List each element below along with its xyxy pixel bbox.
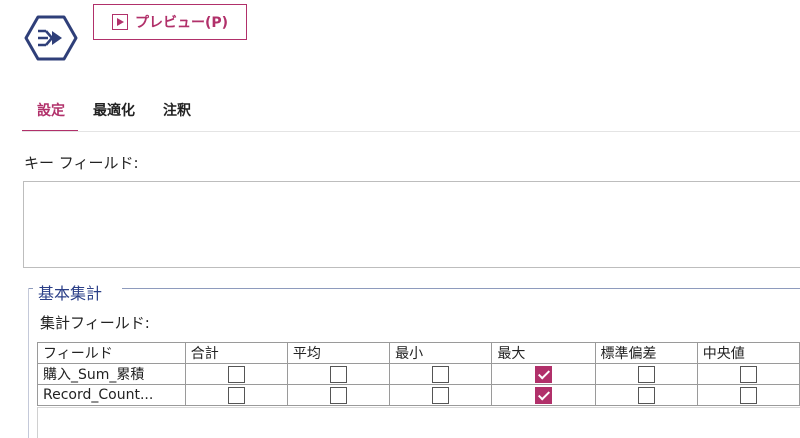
checkbox[interactable] xyxy=(432,386,450,404)
tab-bar: 設定 最適化 注釈 xyxy=(22,92,204,132)
checkbox[interactable] xyxy=(432,365,450,383)
checkbox[interactable] xyxy=(637,386,655,404)
column-header-min[interactable]: 最小 xyxy=(389,342,493,364)
preview-button[interactable]: プレビュー(P) xyxy=(93,4,247,40)
checkbox-cell xyxy=(389,363,493,385)
checkbox-cell xyxy=(184,384,288,406)
basic-aggregation-title: 基本集計 xyxy=(36,280,105,304)
checkbox[interactable] xyxy=(637,365,655,383)
checkbox-cell xyxy=(491,384,596,406)
column-header-field[interactable]: フィールド xyxy=(37,342,186,364)
tab-optimize[interactable]: 最適化 xyxy=(78,92,148,132)
checkbox[interactable] xyxy=(227,386,245,404)
checkbox[interactable] xyxy=(330,365,348,383)
play-icon xyxy=(111,14,128,30)
checkbox-cell xyxy=(491,363,596,385)
checkbox-cell xyxy=(184,363,288,385)
column-header-median[interactable]: 中央値 xyxy=(696,342,800,364)
column-header-sum[interactable]: 合計 xyxy=(184,342,288,364)
group-border-top xyxy=(122,288,800,289)
checkbox[interactable] xyxy=(739,386,757,404)
checkbox-cell xyxy=(389,384,493,406)
checkbox[interactable] xyxy=(330,386,348,404)
table-bottom-border xyxy=(37,407,800,408)
table-row[interactable]: Record_Count... xyxy=(37,384,800,406)
checkbox-cell xyxy=(286,384,391,406)
checkbox-cell xyxy=(696,384,800,406)
checkbox[interactable] xyxy=(739,365,757,383)
checkbox-checked[interactable] xyxy=(534,365,552,383)
table-header-row: フィールド 合計 平均 最小 最大 標準偏差 中央値 xyxy=(37,342,800,364)
table-left-border xyxy=(37,407,38,438)
checkbox[interactable] xyxy=(227,365,245,383)
preview-button-label: プレビュー(P) xyxy=(134,15,229,31)
checkbox-cell xyxy=(594,384,698,406)
field-name-cell: Record_Count... xyxy=(37,384,186,406)
checkbox-checked[interactable] xyxy=(534,386,552,404)
tab-divider xyxy=(22,131,800,132)
aggregation-fields-label: 集計フィールド: xyxy=(40,314,150,332)
key-fields-input[interactable] xyxy=(23,181,800,268)
tab-annotation[interactable]: 注釈 xyxy=(148,92,204,132)
table-row[interactable]: 購入_Sum_累積 xyxy=(37,363,800,385)
checkbox-cell xyxy=(286,363,391,385)
column-header-stddev[interactable]: 標準偏差 xyxy=(594,342,698,364)
summarize-node-icon xyxy=(24,14,78,62)
field-name-cell: 購入_Sum_累積 xyxy=(37,363,186,385)
column-header-average[interactable]: 平均 xyxy=(286,342,391,364)
key-fields-label: キー フィールド: xyxy=(24,154,139,172)
checkbox-cell xyxy=(696,363,800,385)
group-border-left xyxy=(28,288,29,438)
aggregation-table: フィールド 合計 平均 最小 最大 標準偏差 中央値 購入_Sum_累積 Reco… xyxy=(37,342,800,406)
tab-settings[interactable]: 設定 xyxy=(22,92,78,132)
checkbox-cell xyxy=(594,363,698,385)
column-header-max[interactable]: 最大 xyxy=(491,342,596,364)
